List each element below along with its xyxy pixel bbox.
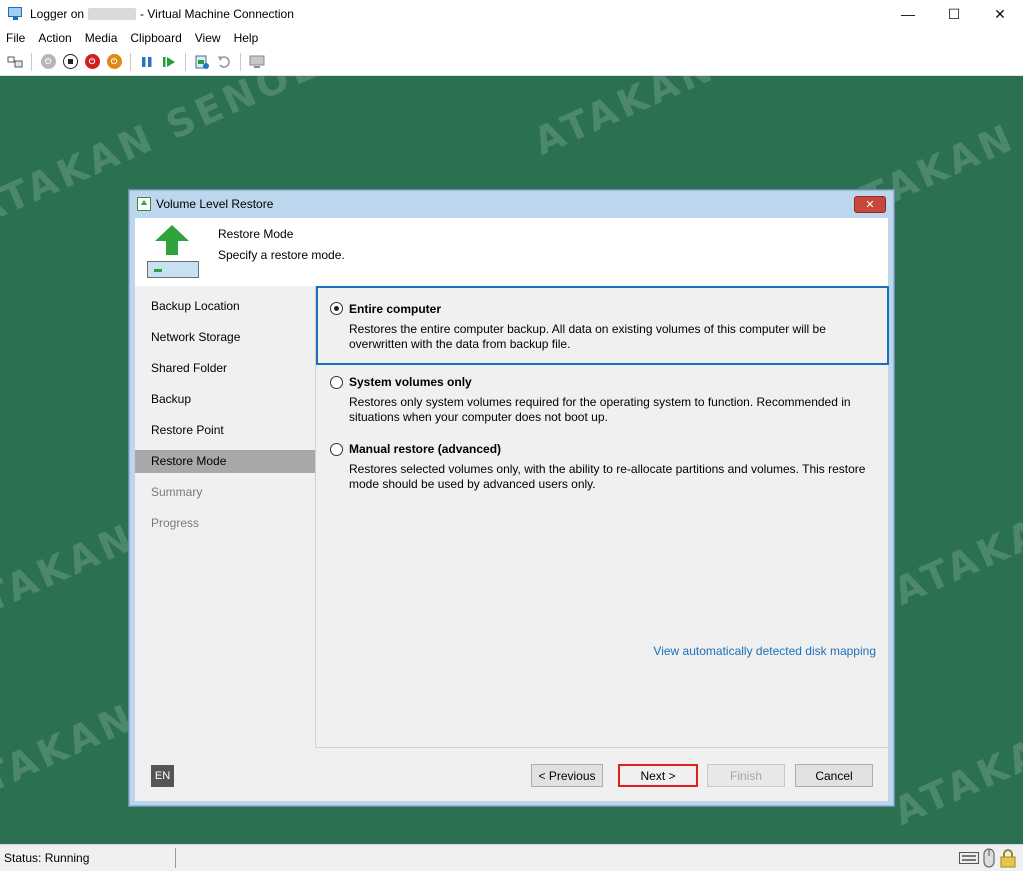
nav-step-backup[interactable]: Backup [135, 388, 315, 411]
enhanced-session-icon[interactable] [248, 53, 266, 71]
wizard-header: Restore Mode Specify a restore mode. [135, 218, 888, 286]
ctrl-alt-del-icon[interactable] [6, 53, 24, 71]
menu-media[interactable]: Media [85, 31, 118, 45]
restore-mode-panel: Entire computer Restores the entire comp… [315, 286, 889, 748]
wizard-step-subtitle: Specify a restore mode. [218, 248, 345, 262]
vm-display[interactable]: ATAKAN SENOL ATAKAN SENOL ATAKAN SENOL A… [0, 76, 1023, 844]
option-description: Restores selected volumes only, with the… [349, 462, 866, 491]
watermark: ATAKAN SENOL [887, 422, 1023, 614]
revert-icon[interactable] [215, 53, 233, 71]
restore-arrow-icon [155, 225, 189, 255]
toolbar-separator [240, 52, 241, 71]
checkpoint-icon[interactable] [193, 53, 211, 71]
toolbar-separator [31, 52, 32, 71]
pause-icon[interactable] [138, 53, 156, 71]
save-icon[interactable]: ⏻ [105, 53, 123, 71]
toolbar-separator [185, 52, 186, 71]
nav-step-summary: Summary [151, 485, 203, 499]
option-entire-computer[interactable]: Entire computer Restores the entire comp… [316, 286, 889, 365]
nav-step-restore-mode[interactable]: Restore Mode [135, 450, 315, 473]
option-description: Restores the entire computer backup. All… [349, 322, 826, 351]
watermark: ATAKAN SENOL [527, 76, 885, 164]
nav-step-shared-folder[interactable]: Shared Folder [135, 357, 315, 380]
next-button[interactable]: Next > [618, 764, 698, 787]
start-icon[interactable]: ⏻ [39, 53, 57, 71]
status-bar: Status: Running [0, 844, 1023, 871]
toolbar: ⏻ ⏻ ⏻ [0, 48, 1023, 76]
dialog-close-button[interactable]: ✕ [854, 196, 886, 213]
menu-file[interactable]: File [6, 31, 25, 45]
option-title: System volumes only [349, 375, 472, 389]
option-system-volumes-only[interactable]: System volumes only Restores only system… [316, 367, 889, 433]
disk-mapping-link[interactable]: View automatically detected disk mapping [653, 644, 876, 658]
maximize-button[interactable]: ☐ [931, 0, 977, 28]
window-title-prefix: Logger on [30, 7, 85, 21]
dialog-title: Volume Level Restore [156, 197, 274, 211]
window-titlebar: Logger on - Virtual Machine Connection —… [0, 0, 1023, 28]
nav-step-restore-point[interactable]: Restore Point [135, 419, 315, 442]
shut-down-icon[interactable]: ⏻ [83, 53, 101, 71]
language-indicator: EN [151, 765, 174, 787]
lock-icon [1000, 849, 1016, 868]
radio-manual-restore[interactable] [330, 443, 343, 456]
option-title: Manual restore (advanced) [349, 442, 502, 456]
watermark: ATAKAN SENOL [887, 642, 1023, 834]
wizard-step-title: Restore Mode [218, 227, 294, 241]
finish-button: Finish [707, 764, 785, 787]
dialog-titlebar: Volume Level Restore ✕ [129, 190, 894, 218]
wizard-footer: EN < Previous Next > Finish Cancel [135, 746, 888, 801]
previous-button[interactable]: < Previous [531, 764, 603, 787]
nav-step-progress: Progress [151, 516, 200, 530]
menu-view[interactable]: View [195, 31, 221, 45]
vm-connection-icon [8, 7, 24, 21]
menu-clipboard[interactable]: Clipboard [130, 31, 181, 45]
nav-step-network-storage[interactable]: Network Storage [135, 326, 315, 349]
redacted-host-name [88, 8, 137, 20]
menu-action[interactable]: Action [38, 31, 71, 45]
minimize-button[interactable]: — [885, 0, 931, 28]
option-manual-restore[interactable]: Manual restore (advanced) Restores selec… [316, 434, 889, 500]
option-description: Restores only system volumes required fo… [349, 395, 851, 424]
keyboard-icon [959, 852, 979, 864]
restore-app-icon [137, 197, 151, 211]
wizard-steps-nav: Backup Location Network Storage Shared F… [135, 286, 315, 746]
nav-step-backup-location[interactable]: Backup Location [135, 295, 315, 318]
menu-bar: File Action Media Clipboard View Help [0, 28, 1023, 48]
cancel-button[interactable]: Cancel [795, 764, 873, 787]
option-title: Entire computer [349, 302, 442, 316]
volume-level-restore-dialog: Volume Level Restore ✕ Restore Mode Spec… [128, 189, 895, 807]
mouse-icon [983, 848, 995, 868]
radio-entire-computer[interactable] [330, 302, 343, 315]
window-title: Logger on - Virtual Machine Connection [30, 7, 294, 21]
reset-icon[interactable] [160, 53, 178, 71]
radio-system-volumes-only[interactable] [330, 376, 343, 389]
window-title-suffix: - Virtual Machine Connection [140, 7, 294, 21]
menu-help[interactable]: Help [234, 31, 259, 45]
drive-icon [147, 261, 199, 278]
turn-off-icon[interactable] [61, 53, 79, 71]
toolbar-separator [130, 52, 131, 71]
close-button[interactable]: ✕ [977, 0, 1023, 28]
vm-status: Status: Running [0, 848, 176, 868]
dialog-body: Restore Mode Specify a restore mode. Bac… [135, 218, 889, 801]
